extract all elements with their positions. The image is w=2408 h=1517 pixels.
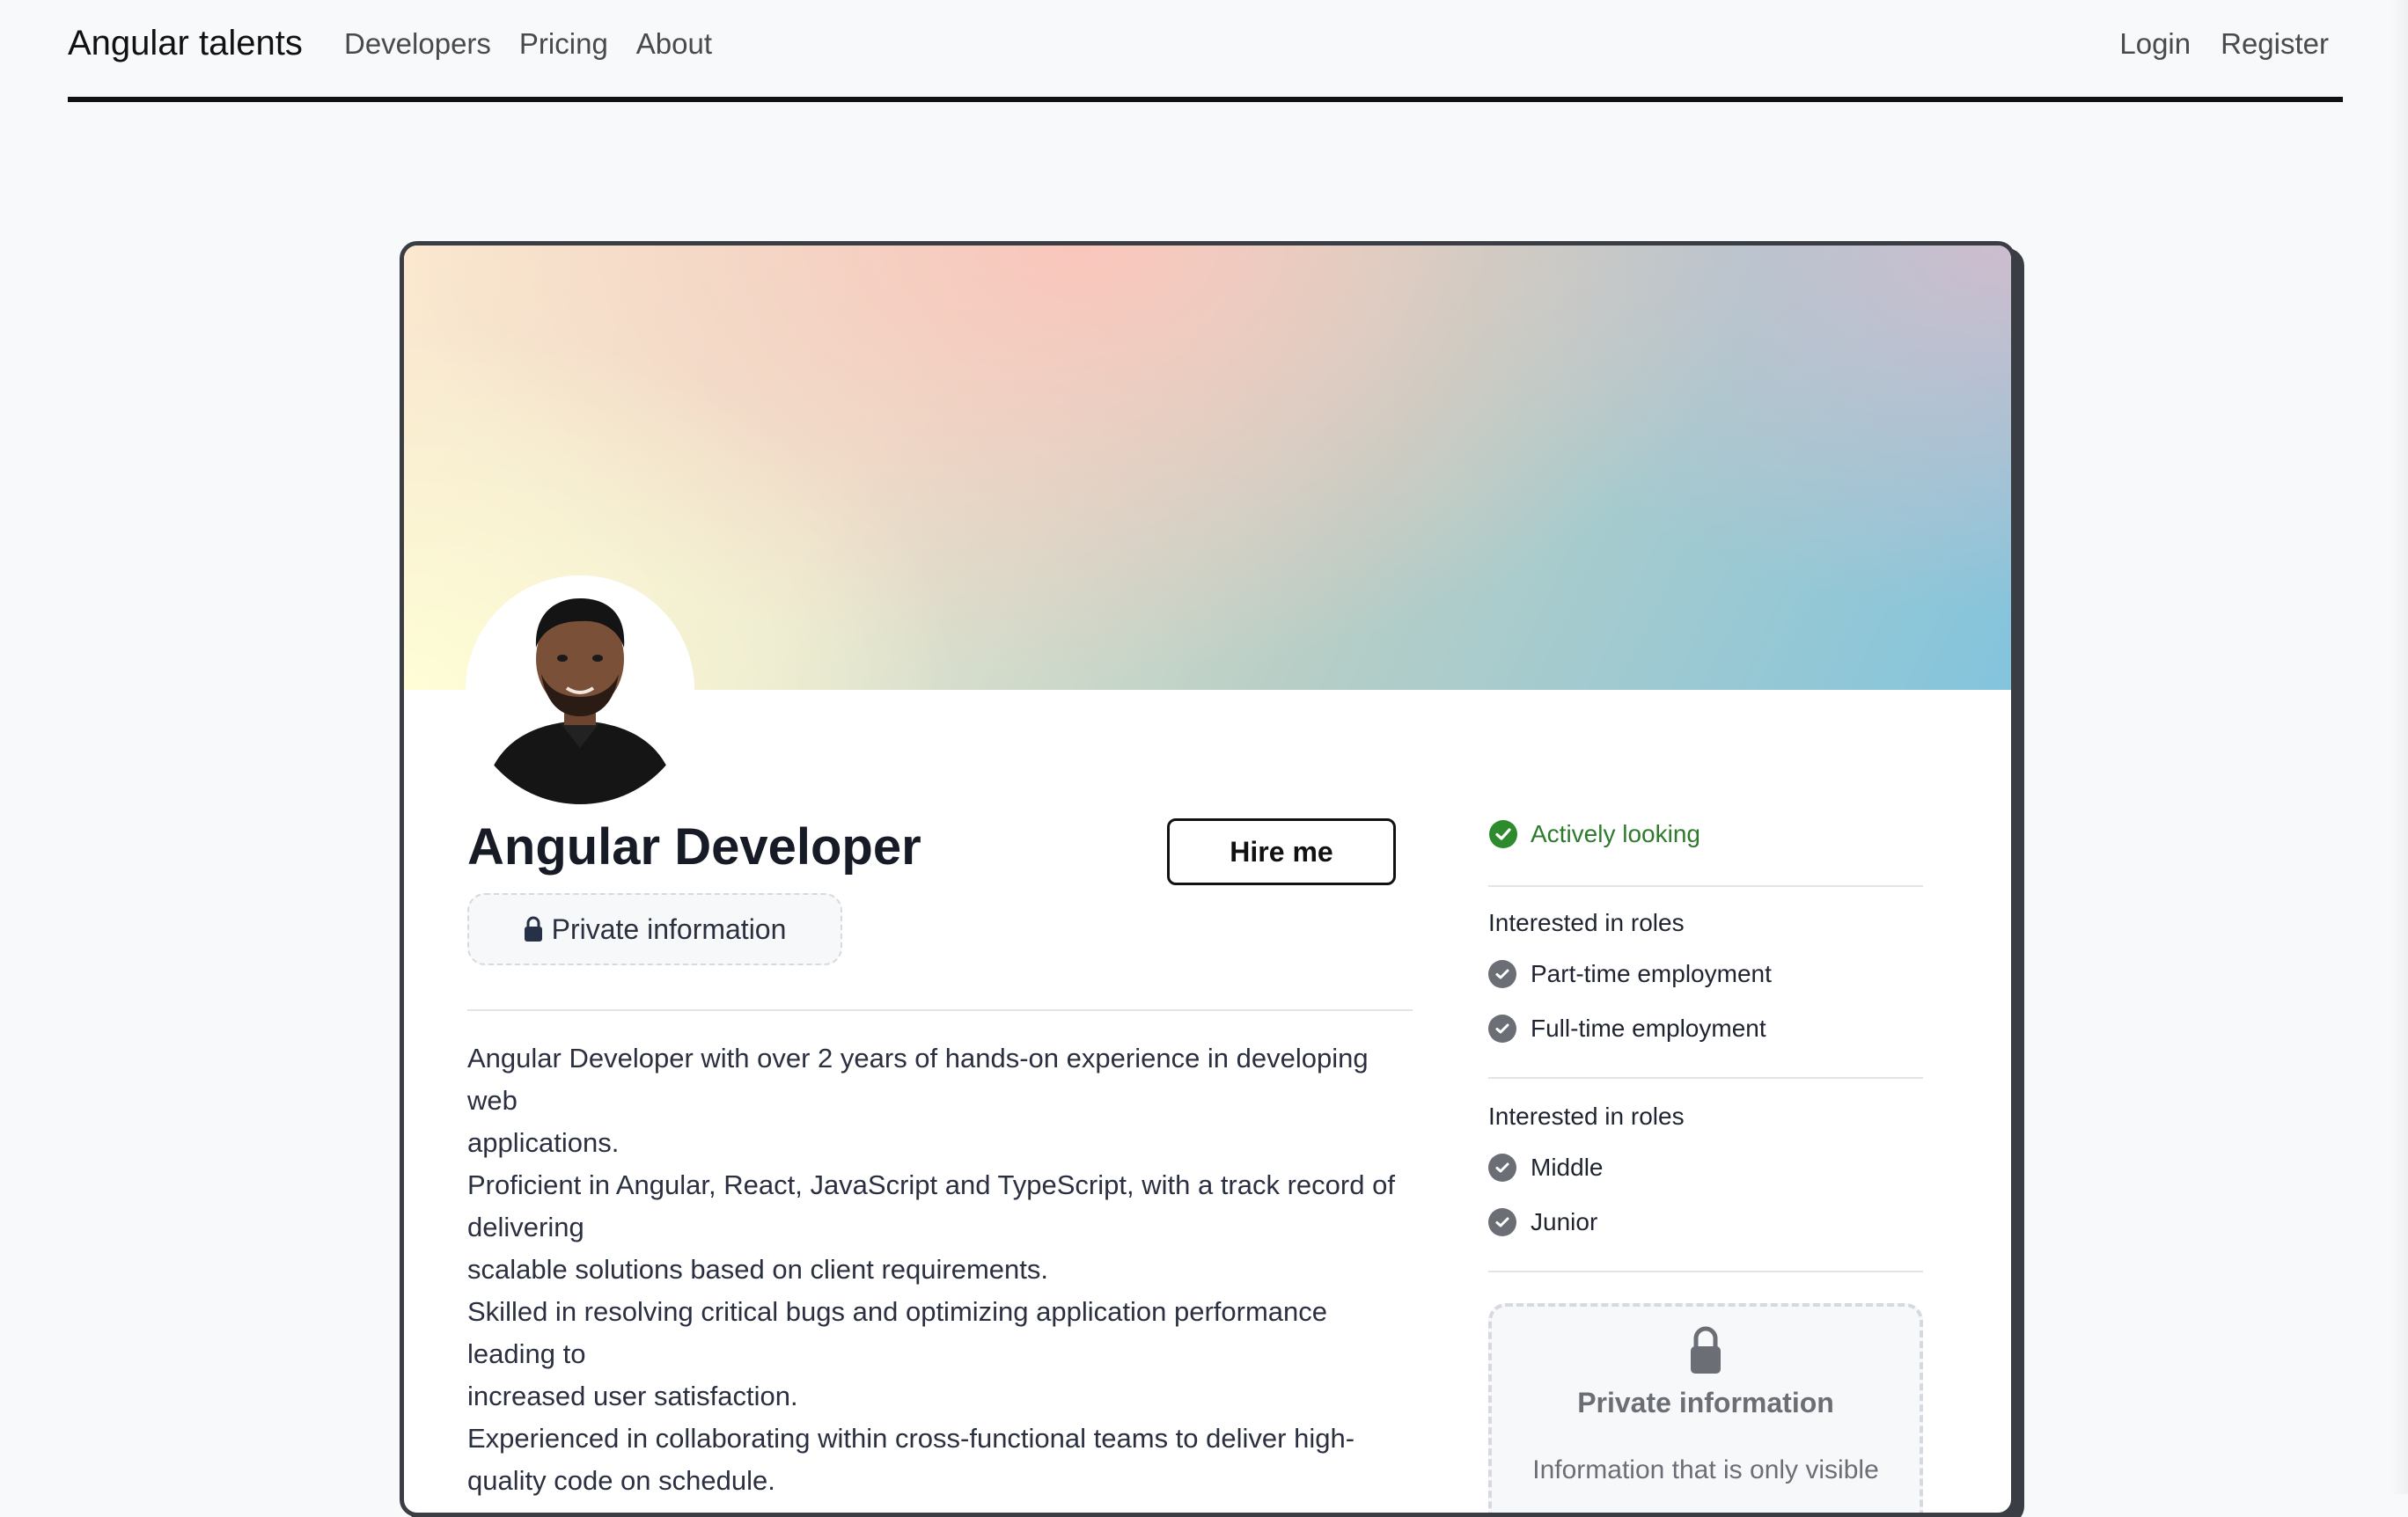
lock-icon <box>524 916 542 942</box>
divider <box>467 1009 1413 1011</box>
nav-links: Developers Pricing About <box>344 27 712 61</box>
check-circle-icon <box>1489 820 1517 848</box>
divider <box>1488 1271 1923 1272</box>
bio-line: applications. <box>467 1127 620 1158</box>
list-item: Junior <box>1488 1208 1597 1236</box>
login-link[interactable]: Login <box>2119 27 2191 61</box>
divider <box>1488 1077 1923 1079</box>
avatar <box>466 575 694 804</box>
private-info-description: Information that is only visible <box>1532 1455 1879 1484</box>
bio-text: Angular Developer with over 2 years of h… <box>467 1037 1418 1502</box>
auth-links: Login Register <box>2119 27 2329 61</box>
employment-title: Interested in roles <box>1488 909 1685 936</box>
nav-about-link[interactable]: About <box>636 27 712 61</box>
bio-line: Skilled in resolving critical bugs and o… <box>467 1296 1327 1369</box>
level-title: Interested in roles <box>1488 1103 1685 1130</box>
profile-card: Angular Developer Hire me Private inform… <box>400 241 2015 1517</box>
avatar-portrait-icon <box>466 575 694 804</box>
page-title: Angular Developer <box>467 818 921 876</box>
nav-developers-link[interactable]: Developers <box>344 27 491 61</box>
bio-line: Experienced in collaborating within cros… <box>467 1423 1355 1496</box>
status-badge: Actively looking <box>1488 819 1700 849</box>
hire-me-button[interactable]: Hire me <box>1167 818 1396 885</box>
bio-line: Proficient in Angular, React, JavaScript… <box>467 1169 1395 1242</box>
list-item: Middle <box>1488 1154 1603 1182</box>
top-nav: Angular talents Developers Pricing About… <box>68 0 2343 102</box>
employment-option: Full-time employment <box>1531 1015 1766 1042</box>
private-info-badge[interactable]: Private information <box>467 893 842 965</box>
bio-line: increased user satisfaction. <box>467 1381 798 1411</box>
divider <box>1488 885 1923 887</box>
private-info-panel: Private information Information that is … <box>1488 1303 1923 1513</box>
employment-option: Part-time employment <box>1531 960 1772 987</box>
brand-logo[interactable]: Angular talents <box>68 24 303 63</box>
lock-icon <box>1492 1326 1920 1380</box>
check-icon <box>1488 1015 1516 1043</box>
private-info-title: Private information <box>1577 1387 1834 1418</box>
level-option: Middle <box>1531 1154 1604 1181</box>
check-icon <box>1488 1154 1516 1182</box>
check-icon <box>1488 1208 1516 1236</box>
status-label: Actively looking <box>1531 820 1700 847</box>
bio-line: scalable solutions based on client requi… <box>467 1254 1048 1285</box>
list-item: Part-time employment <box>1488 960 1772 988</box>
private-info-label: Private information <box>551 912 787 945</box>
register-link[interactable]: Register <box>2221 27 2329 61</box>
level-option: Junior <box>1531 1208 1598 1235</box>
nav-pricing-link[interactable]: Pricing <box>519 27 608 61</box>
scroll-shadow <box>2390 0 2408 1494</box>
list-item: Full-time employment <box>1488 1015 1766 1043</box>
check-icon <box>1488 960 1516 988</box>
bio-line: Angular Developer with over 2 years of h… <box>467 1043 1369 1116</box>
